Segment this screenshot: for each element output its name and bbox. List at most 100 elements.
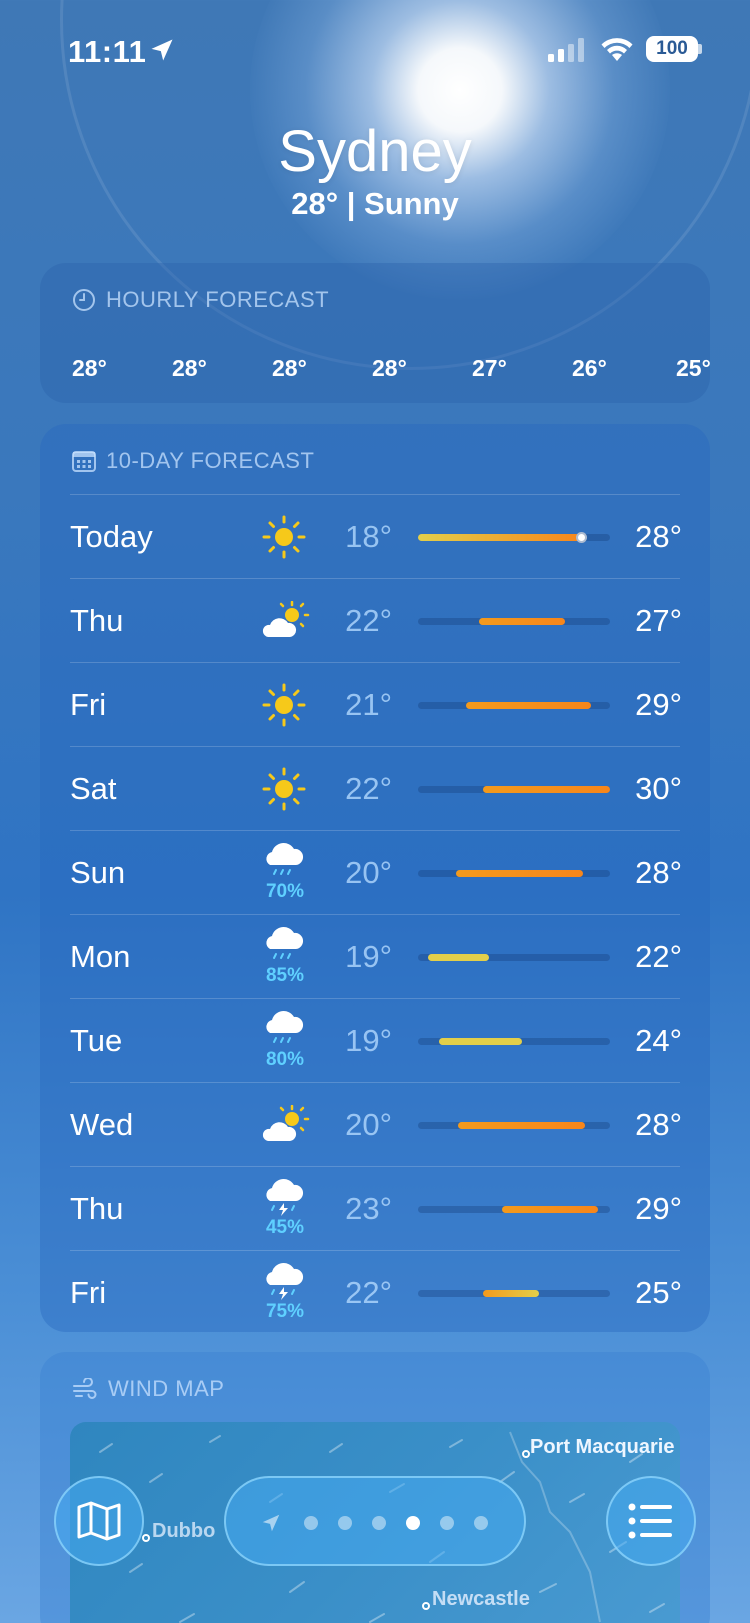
city-name: Sydney: [278, 119, 472, 184]
sun-icon: [254, 495, 314, 579]
temp-range-fill: [456, 870, 583, 877]
page-dot[interactable]: [474, 1516, 488, 1530]
city-marker: [142, 1534, 150, 1542]
hourly-temp: 27°: [472, 355, 507, 381]
temp-range-bar: [418, 1206, 610, 1213]
temp-range-fill: [439, 1038, 522, 1045]
high-temp: 27°: [635, 603, 682, 638]
forecast-day: Fri: [70, 1275, 107, 1310]
temp-range-fill: [458, 1122, 585, 1129]
page-dot[interactable]: [304, 1516, 318, 1530]
page-dot[interactable]: [338, 1516, 352, 1530]
low-temp: 22°: [345, 1275, 392, 1310]
temp-range-fill: [483, 1290, 539, 1297]
temp-range-fill: [466, 702, 591, 709]
precip-chance: 45%: [265, 1217, 305, 1238]
forecast-row[interactable]: Thu 22° 27°: [70, 578, 682, 663]
city-list-button[interactable]: [606, 1476, 696, 1566]
forecast-day: Thu: [70, 1191, 124, 1226]
wind-map-title: WIND MAP: [72, 1376, 224, 1402]
page-dot[interactable]: [372, 1516, 386, 1530]
forecast-day: Sat: [70, 771, 117, 806]
partly-sunny-icon: [254, 1083, 314, 1167]
forecast-row[interactable]: Sat 22° 30°: [70, 746, 682, 831]
forecast-day: Today: [70, 519, 153, 554]
precip-chance: 70%: [265, 881, 305, 902]
wind-map-label: WIND MAP: [108, 1376, 225, 1401]
battery-cap: [698, 44, 702, 54]
map-label-dubbo: Dubbo: [152, 1520, 216, 1542]
hourly-temp: 28°: [172, 355, 207, 381]
temp-range-bar: [418, 1122, 610, 1129]
battery-indicator: 100: [646, 36, 698, 62]
hourly-temps-strip[interactable]: 28° 28° 28° 28° 27° 26° 25°: [40, 355, 710, 395]
forecast-row[interactable]: Wed 20° 28°: [70, 1082, 682, 1167]
low-temp: 19°: [345, 939, 392, 974]
wifi-icon: [601, 38, 633, 61]
high-temp: 24°: [635, 1023, 682, 1058]
high-temp: 25°: [635, 1275, 682, 1310]
forecast-row[interactable]: Tue 80% 19° 24°: [70, 998, 682, 1082]
high-temp: 30°: [635, 771, 682, 806]
current-temp-dot: [576, 532, 587, 543]
hourly-forecast-card[interactable]: HOURLY FORECAST 28° 28° 28° 28° 27° 26° …: [40, 263, 710, 403]
low-temp: 22°: [345, 771, 392, 806]
current-summary: 28° | Sunny: [291, 186, 459, 221]
page-dot-active[interactable]: [406, 1516, 420, 1530]
forecast-row[interactable]: Mon 85% 19° 22°: [70, 914, 682, 998]
forecast-row[interactable]: Fri 75% 22° 25°: [70, 1250, 682, 1334]
temp-range-bar: [418, 1038, 610, 1045]
low-temp: 22°: [345, 603, 392, 638]
page-indicator[interactable]: [224, 1476, 526, 1566]
high-temp: 22°: [635, 939, 682, 974]
cellular-signal-icon: [548, 38, 584, 62]
low-temp: 23°: [345, 1191, 392, 1226]
page-dot[interactable]: [440, 1516, 454, 1530]
partly-sunny-icon: [254, 579, 314, 663]
hourly-forecast-title: HOURLY FORECAST: [72, 287, 329, 313]
status-bar: 11:11 100: [0, 30, 750, 70]
temp-range-bar: [418, 786, 610, 793]
forecast-row[interactable]: Fri 21° 29°: [70, 662, 682, 746]
forecast-row[interactable]: Sun 70% 20° 28°: [70, 830, 682, 914]
map-label-port-macquarie: Port Macquarie: [530, 1436, 675, 1458]
list-icon: [628, 1503, 672, 1539]
temp-range-bar: [418, 702, 610, 709]
forecast-day: Fri: [70, 687, 107, 722]
temp-range-bar: [418, 870, 610, 877]
forecast-day: Thu: [70, 603, 124, 638]
temp-range-bar: [418, 532, 610, 543]
forecast-row[interactable]: Thu 45% 23° 29°: [70, 1166, 682, 1250]
map-button[interactable]: [54, 1476, 144, 1566]
clock-icon: [73, 289, 95, 311]
temp-range-fill: [479, 618, 565, 625]
forecast-day: Sun: [70, 855, 126, 890]
map-icon: [77, 1501, 121, 1541]
location-arrow-icon: [151, 39, 173, 61]
location-page-icon[interactable]: [260, 1512, 282, 1534]
map-label-newcastle: Newcastle: [432, 1588, 530, 1610]
sun-icon: [254, 747, 314, 831]
hourly-temp: 28°: [72, 355, 107, 381]
high-temp: 29°: [635, 687, 682, 722]
precip-chance: 85%: [265, 965, 305, 986]
low-temp: 20°: [345, 1107, 392, 1142]
high-temp: 28°: [635, 519, 682, 554]
wind-icon: [73, 1378, 97, 1399]
status-time: 11:11: [68, 34, 147, 69]
hourly-temp: 28°: [272, 355, 307, 381]
low-temp: 21°: [345, 687, 392, 722]
temp-range-fill: [428, 954, 489, 961]
high-temp: 29°: [635, 1191, 682, 1226]
forecast-row[interactable]: Today 18° 28°: [70, 494, 682, 579]
low-temp: 20°: [345, 855, 392, 890]
low-temp: 18°: [345, 519, 392, 554]
temp-range-bar: [418, 1290, 610, 1297]
ten-day-forecast-card[interactable]: 10-DAY FORECAST Today 18° 28° Thu 22° 27° Fri 2…: [40, 424, 710, 1332]
ten-day-forecast-title: 10-DAY FORECAST: [72, 448, 314, 474]
high-temp: 28°: [635, 855, 682, 890]
precip-chance: 75%: [265, 1301, 305, 1322]
temp-range-bar: [418, 954, 610, 961]
forecast-day: Tue: [70, 1023, 123, 1058]
low-temp: 19°: [345, 1023, 392, 1058]
